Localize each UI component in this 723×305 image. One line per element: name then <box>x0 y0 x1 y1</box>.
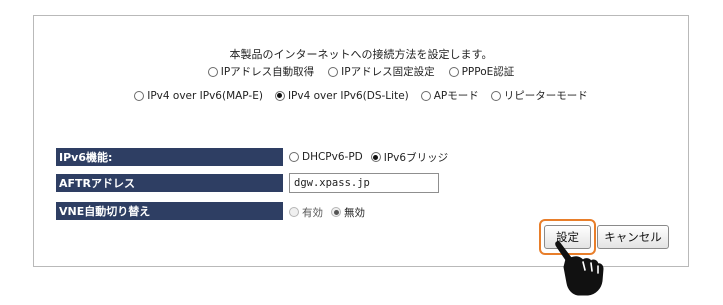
radio-label: APモード <box>433 90 479 102</box>
radio-label: IPv4 over IPv6(MAP-E) <box>147 89 263 102</box>
connection-mode-row1: IPアドレス自動取得 IPアドレス固定設定 PPPoE認証 <box>34 64 688 79</box>
radio-button[interactable] <box>490 90 501 101</box>
cancel-button[interactable]: キャンセル <box>597 225 669 249</box>
radio-ap-mode[interactable]: APモード <box>420 88 479 103</box>
radio-button[interactable] <box>134 90 145 101</box>
radio-ipv6-bridge[interactable]: IPv6ブリッジ <box>370 150 449 165</box>
aftr-address-input[interactable] <box>289 173 439 193</box>
radio-label: 有効 <box>302 206 323 219</box>
radio-dhcpv6-pd[interactable]: DHCPv6-PD <box>289 151 363 163</box>
ipv6-function-label: IPv6機能: <box>56 148 283 166</box>
radio-button[interactable] <box>370 152 381 162</box>
radio-ip-static[interactable]: IPアドレス固定設定 <box>328 64 435 79</box>
radio-button[interactable] <box>207 66 218 77</box>
radio-ds-lite[interactable]: IPv4 over IPv6(DS-Lite) <box>274 89 409 102</box>
radio-label: IPv4 over IPv6(DS-Lite) <box>287 89 409 102</box>
radio-label: DHCPv6-PD <box>302 151 363 163</box>
radio-repeater-mode[interactable]: リピーターモード <box>490 88 588 103</box>
radio-ip-auto[interactable]: IPアドレス自動取得 <box>207 64 315 79</box>
connection-mode-row2: IPv4 over IPv6(MAP-E) IPv4 over IPv6(DS-… <box>34 88 688 103</box>
radio-vne-disabled[interactable]: 無効 <box>331 205 365 220</box>
aftr-address-cell <box>289 173 439 193</box>
ipv6-function-options: DHCPv6-PD IPv6ブリッジ <box>289 148 448 166</box>
radio-button[interactable] <box>420 90 431 101</box>
radio-vne-enabled[interactable]: 有効 <box>289 205 323 220</box>
vne-switch-options: 有効 無効 <box>289 203 365 221</box>
radio-label: リピーターモード <box>503 90 588 102</box>
radio-label: IPアドレス自動取得 <box>220 66 315 78</box>
radio-button[interactable] <box>274 90 285 101</box>
radio-button[interactable] <box>331 207 341 217</box>
radio-button[interactable] <box>328 66 339 77</box>
intro-text: 本製品のインターネットへの接続方法を設定します。 <box>229 48 493 61</box>
vne-switch-label: VNE自動切り替え <box>56 202 283 220</box>
radio-label: IPv6ブリッジ <box>383 151 449 164</box>
radio-button[interactable] <box>448 66 459 77</box>
pointing-hand-icon <box>555 241 604 296</box>
radio-label: PPPoE認証 <box>461 66 515 78</box>
radio-label: IPアドレス固定設定 <box>341 66 435 78</box>
radio-pppoe[interactable]: PPPoE認証 <box>448 64 515 79</box>
radio-button[interactable] <box>289 207 299 217</box>
settings-panel: 本製品のインターネットへの接続方法を設定します。 IPアドレス自動取得 IPアド… <box>33 15 689 267</box>
radio-label: 無効 <box>344 206 365 219</box>
radio-map-e[interactable]: IPv4 over IPv6(MAP-E) <box>134 90 263 102</box>
aftr-address-label: AFTRアドレス <box>56 174 283 192</box>
radio-button[interactable] <box>289 152 299 162</box>
